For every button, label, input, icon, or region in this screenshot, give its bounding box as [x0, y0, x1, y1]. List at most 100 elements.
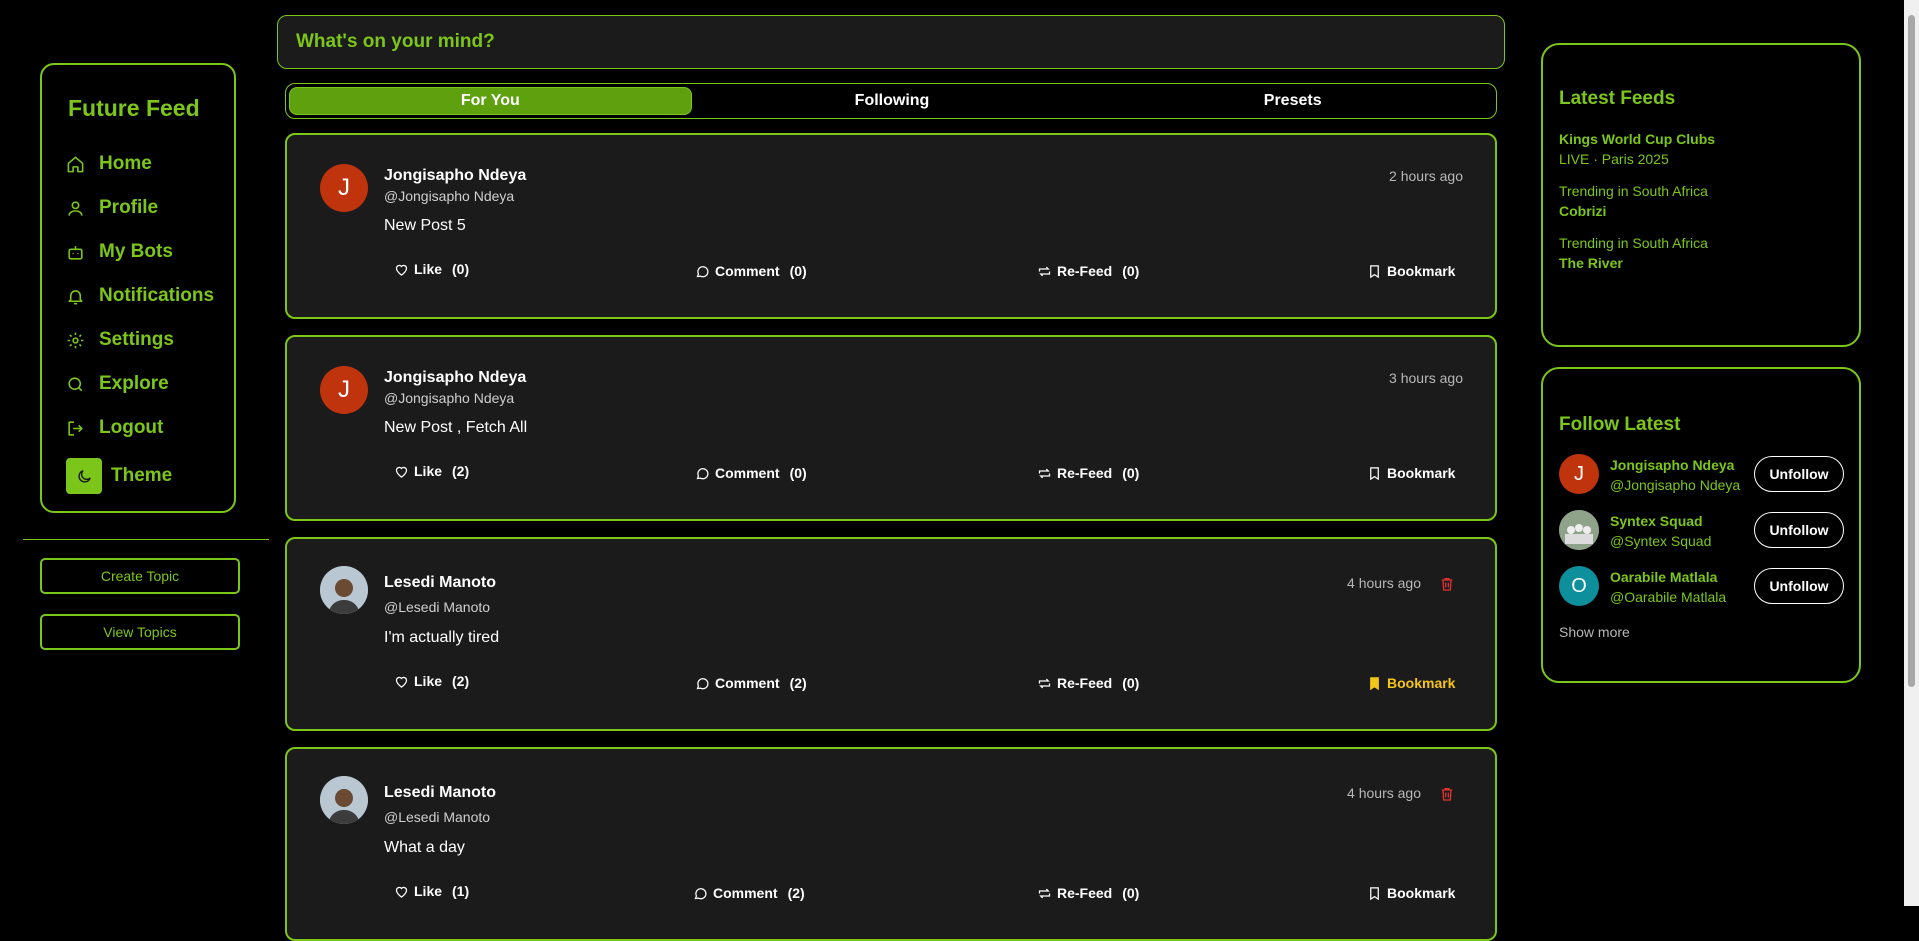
like-button[interactable]: Like (0)	[394, 261, 469, 277]
follow-name[interactable]: Jongisapho Ndeya	[1610, 457, 1734, 473]
like-count: (0)	[452, 261, 470, 277]
feed-item-title[interactable]: Trending in South Africa	[1559, 183, 1708, 199]
like-button[interactable]: Like (2)	[394, 673, 469, 689]
follow-name[interactable]: Syntex Squad	[1610, 513, 1703, 529]
refeed-count: (0)	[1122, 263, 1140, 279]
comment-icon	[696, 265, 709, 277]
repost-icon	[1038, 888, 1051, 898]
trash-icon[interactable]	[1439, 786, 1455, 802]
feed-item-subtitle[interactable]: Cobrizi	[1559, 203, 1606, 219]
unfollow-button[interactable]: Unfollow	[1754, 568, 1844, 604]
comment-label: Comment	[715, 263, 780, 279]
sidebar-item-logout[interactable]: Logout	[66, 406, 234, 450]
feed-item-subtitle[interactable]: LIVE · Paris 2025	[1559, 151, 1669, 167]
refeed-label: Re-Feed	[1057, 885, 1113, 901]
post-author[interactable]: Lesedi Manoto	[384, 574, 496, 592]
like-label: Like	[414, 883, 443, 899]
unfollow-button[interactable]: Unfollow	[1754, 512, 1844, 548]
unfollow-button[interactable]: Unfollow	[1754, 456, 1844, 492]
tab-for-you[interactable]: For You	[289, 87, 692, 115]
refeed-button[interactable]: Re-Feed (0)	[1037, 675, 1139, 691]
avatar[interactable]	[320, 566, 368, 614]
sidebar-item-settings[interactable]: Settings	[66, 318, 234, 362]
sidebar-item-label: My Bots	[99, 241, 173, 262]
heart-icon	[395, 886, 408, 898]
profile-photo-icon	[320, 566, 368, 614]
refeed-button[interactable]: Re-Feed (0)	[1037, 465, 1139, 481]
trash-icon[interactable]	[1439, 576, 1455, 592]
post-card[interactable]: Lesedi Manoto @Lesedi Manoto 4 hours ago…	[285, 747, 1497, 941]
feed-item-title[interactable]: Kings World Cup Clubs	[1559, 131, 1715, 147]
sidebar-item-explore[interactable]: Explore	[66, 362, 234, 406]
post-card[interactable]: Lesedi Manoto @Lesedi Manoto 4 hours ago…	[285, 537, 1497, 731]
create-topic-button[interactable]: Create Topic	[40, 558, 240, 594]
tab-following[interactable]: Following	[692, 87, 1093, 115]
show-more-link[interactable]: Show more	[1559, 624, 1630, 640]
feed-item-title[interactable]: Trending in South Africa	[1559, 235, 1708, 251]
user-icon	[68, 200, 83, 216]
follow-handle: @Oarabile Matlala	[1610, 589, 1727, 605]
post-author[interactable]: Jongisapho Ndeya	[384, 369, 526, 387]
sidebar-item-profile[interactable]: Profile	[66, 186, 234, 230]
like-count: (2)	[452, 673, 470, 689]
refeed-label: Re-Feed	[1057, 675, 1113, 691]
post-card[interactable]: J Jongisapho Ndeya @Jongisapho Ndeya 2 h…	[285, 133, 1497, 319]
refeed-button[interactable]: Re-Feed (0)	[1037, 263, 1139, 279]
sidebar-item-label: Home	[99, 153, 152, 174]
follow-name[interactable]: Oarabile Matlala	[1610, 569, 1717, 585]
post-author[interactable]: Lesedi Manoto	[384, 784, 496, 802]
tab-presets[interactable]: Presets	[1092, 87, 1493, 115]
post-time: 4 hours ago	[1347, 575, 1421, 591]
comment-count: (0)	[789, 465, 807, 481]
like-button[interactable]: Like (1)	[394, 883, 469, 899]
avatar[interactable]: J	[320, 366, 368, 414]
bookmark-label: Bookmark	[1387, 465, 1456, 481]
bookmark-button[interactable]: Bookmark	[1367, 885, 1455, 901]
post-handle: @Jongisapho Ndeya	[384, 390, 515, 406]
scrollbar-thumb[interactable]	[1908, 15, 1915, 687]
repost-icon	[1038, 468, 1051, 478]
compose-input[interactable]	[294, 30, 1488, 54]
bookmark-button[interactable]: Bookmark	[1367, 263, 1455, 279]
avatar[interactable]: J	[1559, 454, 1599, 494]
avatar[interactable]: J	[320, 164, 368, 212]
comment-button[interactable]: Comment (0)	[695, 465, 807, 481]
refeed-label: Re-Feed	[1057, 263, 1113, 279]
sidebar: Future Feed Home Profile My Bots Notific…	[40, 63, 236, 513]
refeed-button[interactable]: Re-Feed (0)	[1037, 885, 1139, 901]
post-content: New Post 5	[384, 217, 466, 234]
home-icon	[67, 156, 84, 172]
sidebar-item-label: Notifications	[99, 285, 215, 306]
theme-toggle-button[interactable]	[66, 458, 102, 494]
post-handle: @Jongisapho Ndeya	[384, 188, 515, 204]
post-author[interactable]: Jongisapho Ndeya	[384, 167, 526, 185]
avatar[interactable]	[1559, 510, 1599, 550]
post-composer[interactable]	[277, 15, 1505, 69]
follow-handle: @Jongisapho Ndeya	[1610, 477, 1741, 493]
sidebar-item-theme[interactable]: Theme	[66, 454, 234, 498]
bookmark-button[interactable]: Bookmark	[1367, 465, 1455, 481]
like-label: Like	[414, 261, 443, 277]
like-label: Like	[414, 673, 443, 689]
comment-button[interactable]: Comment (2)	[695, 675, 807, 691]
post-handle: @Lesedi Manoto	[384, 809, 491, 825]
avatar[interactable]: O	[1559, 566, 1599, 606]
comment-button[interactable]: Comment (2)	[693, 885, 805, 901]
avatar[interactable]	[320, 776, 368, 824]
post-card[interactable]: J Jongisapho Ndeya @Jongisapho Ndeya 3 h…	[285, 335, 1497, 521]
sidebar-item-my-bots[interactable]: My Bots	[66, 230, 234, 274]
sidebar-item-home[interactable]: Home	[66, 142, 234, 186]
moon-icon	[77, 469, 91, 483]
comment-button[interactable]: Comment (0)	[695, 263, 807, 279]
sidebar-item-notifications[interactable]: Notifications	[66, 274, 234, 318]
like-button[interactable]: Like (2)	[394, 463, 469, 479]
bookmark-icon	[1370, 264, 1379, 278]
comment-count: (2)	[787, 885, 805, 901]
feed-item-subtitle[interactable]: The River	[1559, 255, 1623, 271]
follow-latest-title: Follow Latest	[1559, 414, 1681, 435]
bookmark-button[interactable]: Bookmark	[1367, 675, 1455, 691]
page-scrollbar[interactable]	[1904, 0, 1919, 906]
like-count: (2)	[452, 463, 470, 479]
view-topics-button[interactable]: View Topics	[40, 614, 240, 650]
refeed-count: (0)	[1122, 885, 1140, 901]
